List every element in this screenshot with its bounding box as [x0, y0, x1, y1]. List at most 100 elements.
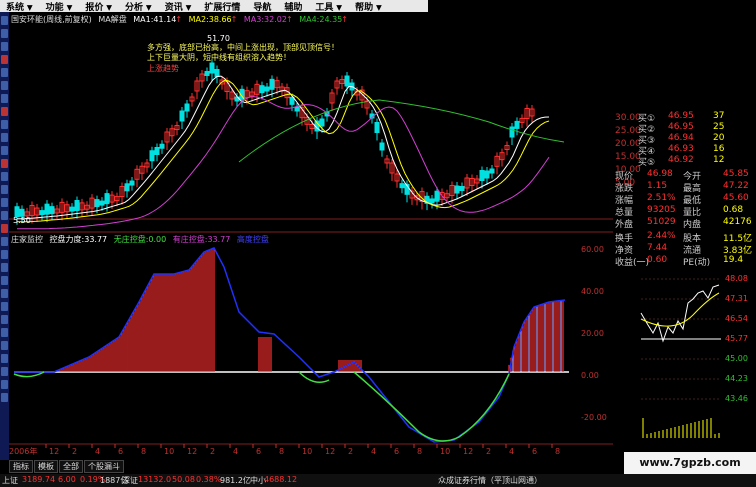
toolbar-button-icon[interactable] — [1, 81, 8, 90]
ma2-value: MA2:38.66 — [188, 15, 232, 24]
tab-template[interactable]: 模板 — [34, 460, 58, 473]
menu-item-assist[interactable]: 辅助 — [278, 0, 309, 13]
candle-body — [104, 193, 110, 205]
time-axis-label: 4 — [509, 447, 514, 456]
time-axis-label: 8 — [417, 447, 422, 456]
annotation-line-2: 上下巨量大阴，短中线有组织溶入趋势！ — [147, 53, 291, 62]
candle-body — [429, 198, 435, 204]
toolbar-button-icon[interactable] — [1, 16, 8, 25]
tab-all[interactable]: 全部 — [59, 460, 83, 473]
candle-body — [124, 183, 130, 192]
toolbar-button-icon[interactable] — [1, 224, 8, 233]
time-axis-label: 2 — [210, 447, 215, 456]
status-bar: 上证 3189.74 6.00 0.19% 1887亿 深证 13132.0 5… — [0, 474, 756, 487]
indicator-title: 庄家监控 — [11, 235, 43, 244]
candle-body — [344, 75, 350, 87]
quote-value: 2.44% — [647, 231, 676, 241]
quote-value: 46.98 — [647, 169, 673, 179]
tab-stock-funnel[interactable]: 个股漏斗 — [84, 460, 124, 473]
quote-value: 7.44 — [647, 243, 668, 253]
toolbar-button-icon[interactable] — [1, 211, 8, 220]
candle-body — [49, 206, 55, 215]
candle-body — [204, 71, 210, 76]
time-axis-label: 2 — [72, 447, 77, 456]
toolbar-button-icon[interactable] — [1, 315, 8, 324]
menu-item-system[interactable]: 系统 ▼ — [0, 0, 40, 13]
toolbar-button-icon[interactable] — [1, 68, 8, 77]
control-strength: 控盘力度:33.77 — [49, 235, 108, 244]
menu-item-analysis[interactable]: 分析 ▼ — [119, 0, 159, 13]
toolbar-button-icon[interactable] — [1, 107, 8, 116]
candle-body — [289, 96, 295, 105]
peak-price-label: 51.70 — [207, 34, 230, 43]
low-price-label: 5.50 — [13, 216, 31, 225]
candle-body — [454, 185, 460, 194]
ma2-up-arrow-icon: ↑ — [230, 15, 238, 24]
toolbar-button-icon[interactable] — [1, 289, 8, 298]
sh-index-label: 上证 — [2, 476, 18, 485]
toolbar-button-icon[interactable] — [1, 55, 8, 64]
toolbar-button-icon[interactable] — [1, 146, 8, 155]
candle-body — [379, 142, 385, 151]
toolbar-button-icon[interactable] — [1, 367, 8, 376]
menu-item-navigation[interactable]: 导航 — [247, 0, 278, 13]
menu-item-tools[interactable]: 工具 ▼ — [309, 0, 349, 13]
intraday-scale-label: 45.77 — [725, 334, 748, 343]
toolbar-button-icon[interactable] — [1, 302, 8, 311]
ma1-up-arrow-icon: ↑ — [175, 15, 183, 24]
order-volume: 16 — [713, 144, 725, 154]
toolbar-button-icon[interactable] — [1, 354, 8, 363]
toolbar-button-icon[interactable] — [1, 237, 8, 246]
right-scales: 60.00 40.00 20.00 0.00 -20.00 — [581, 245, 607, 422]
candle-body — [269, 78, 275, 90]
intraday-scale-label: 48.08 — [725, 274, 748, 283]
order-price: 46.95 — [668, 111, 694, 121]
quote-value: 2.51% — [647, 193, 676, 203]
toolbar-button-icon[interactable] — [1, 328, 8, 337]
quote-row: 现价 46.98 今开 45.85 — [613, 169, 756, 182]
intraday-scale-label: 47.31 — [725, 294, 748, 303]
quote-label: 外盘 — [615, 220, 634, 230]
menu-item-help[interactable]: 帮助 ▼ — [349, 0, 389, 13]
ma4-up-arrow-icon: ↑ — [341, 15, 348, 24]
toolbar-button-icon[interactable] — [1, 250, 8, 259]
toolbar-button-icon[interactable] — [1, 172, 8, 181]
time-axis-label: 12 — [187, 447, 197, 456]
quote-label: 内盘 — [683, 220, 702, 230]
main-chart-area[interactable]: 12 2 4 6 8 10 12 2 4 6 8 10 12 2 4 6 8 10 12 2 4 6 8 60.00 40.0… — [9, 12, 613, 460]
candle-body — [149, 150, 155, 162]
toolbar-button-icon[interactable] — [1, 159, 8, 168]
tab-indicator[interactable]: 指标 — [9, 460, 33, 473]
toolbar-button-icon[interactable] — [1, 341, 8, 350]
toolbar-button-icon[interactable] — [1, 120, 8, 129]
menu-item-news[interactable]: 资讯 ▼ — [159, 0, 199, 13]
toolbar-button-icon[interactable] — [1, 393, 8, 402]
candle-body — [459, 186, 465, 191]
toolbar-button-icon[interactable] — [1, 133, 8, 142]
toolbar-button-icon[interactable] — [1, 198, 8, 207]
time-axis: 12 2 4 6 8 10 12 2 4 6 8 10 12 2 4 6 8 10 12 2 4 6 8 — [45, 444, 560, 456]
toolbar-button-icon[interactable] — [1, 380, 8, 389]
toolbar-button-icon[interactable] — [1, 276, 8, 285]
candle-body — [484, 170, 490, 179]
intraday-price-line — [640, 284, 720, 343]
toolbar-button-icon[interactable] — [1, 29, 8, 38]
intraday-chart[interactable]: 48.08 47.31 46.54 45.77 45.00 44.23 43.46 — [613, 263, 756, 453]
toolbar-button-icon[interactable] — [1, 185, 8, 194]
time-axis-label: 8 — [141, 447, 146, 456]
sz-index-label: 深证 — [122, 476, 138, 485]
ma4-value: MA4:24.35 — [299, 15, 343, 24]
menu-item-function[interactable]: 功能 ▼ — [40, 0, 80, 13]
time-axis-label: 6 — [118, 447, 123, 456]
sme-index-value: 4688.12 — [264, 475, 298, 484]
ma3-up-arrow-icon: ↑ — [285, 15, 293, 24]
toolbar-button-icon[interactable] — [1, 42, 8, 51]
candle-body — [319, 118, 325, 127]
toolbar-button-icon[interactable] — [1, 94, 8, 103]
indicator-lines — [13, 247, 566, 443]
no-control-value: 无庄控盘:0.00 — [113, 235, 167, 244]
menu-item-extended-quotes[interactable]: 扩展行情 — [198, 0, 247, 13]
toolbar-button-icon[interactable] — [1, 263, 8, 272]
quote-panel: 30.00 25.00 20.00 15.00 10.00 5.00 买① 46.95 37 买②… — [613, 111, 756, 438]
menu-item-quote[interactable]: 报价 ▼ — [79, 0, 119, 13]
